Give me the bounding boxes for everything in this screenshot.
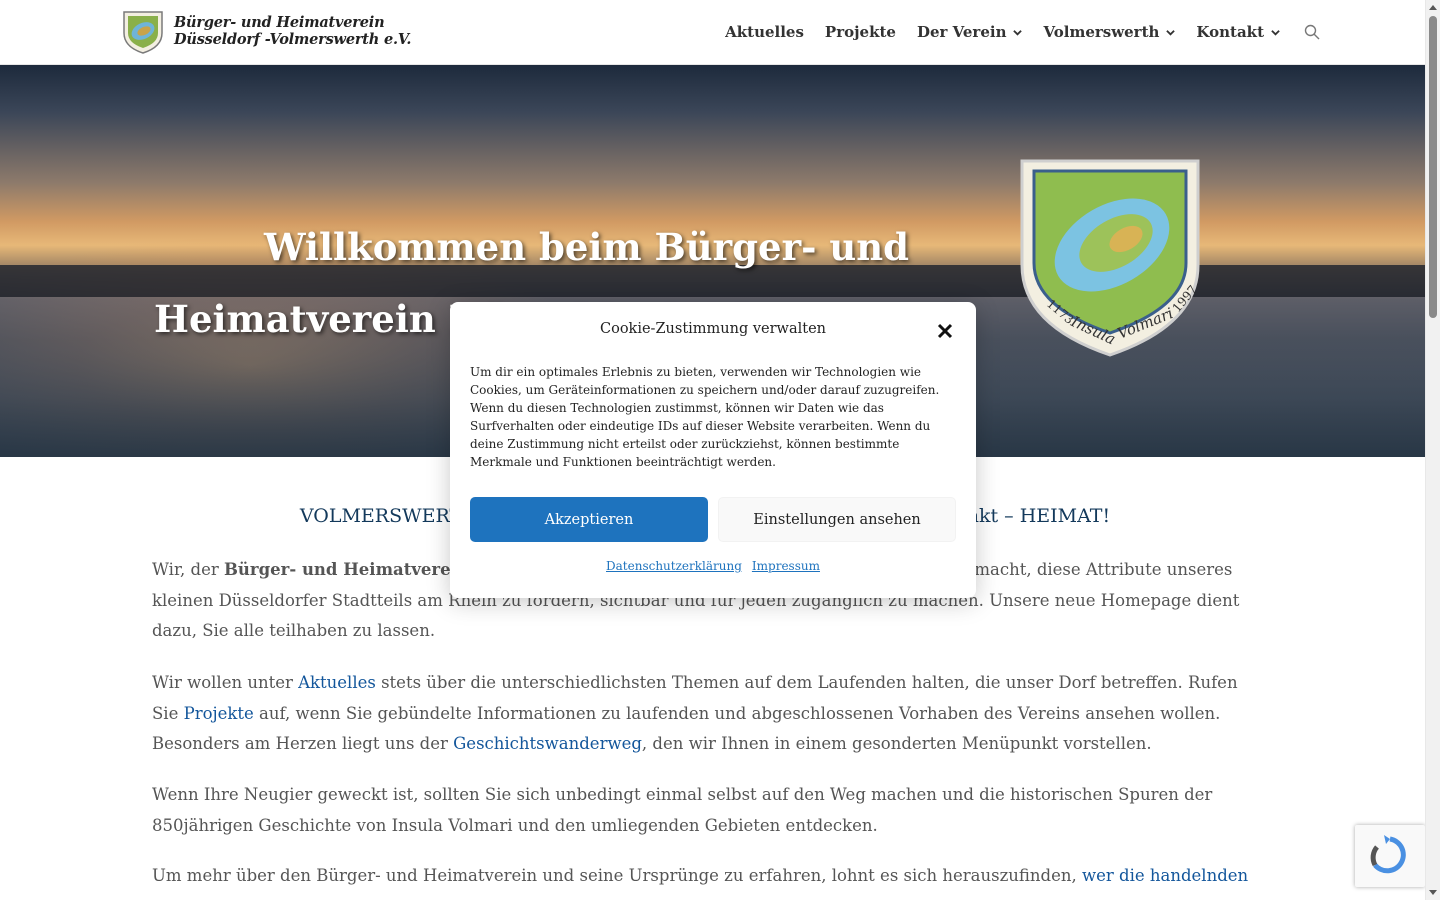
scroll-down-arrow-icon[interactable] <box>1429 890 1437 895</box>
link-aktuelles[interactable]: Aktuelles <box>298 673 376 692</box>
nav-item-der-verein[interactable]: Der Verein <box>917 23 1023 41</box>
modal-links: Datenschutzerklärung Impressum <box>450 559 976 573</box>
site-name: Bürger- und Heimatverein Düsseldorf -Vol… <box>174 14 411 48</box>
site-name-line1: Bürger- und Heimatverein <box>174 14 385 31</box>
search-icon[interactable] <box>1304 24 1320 40</box>
para-text: Wir wollen unter <box>152 673 299 692</box>
nav-item-label: Kontakt <box>1196 23 1264 41</box>
para-text: , den wir Ihnen in einem gesonderten Men… <box>641 734 1152 753</box>
nav-item-label: Projekte <box>824 23 896 41</box>
nav-item-label: Der Verein <box>916 23 1007 41</box>
site-logo[interactable]: Bürger- und Heimatverein Düsseldorf -Vol… <box>120 7 411 55</box>
history-paragraph: Wenn Ihre Neugier geweckt ist, sollten S… <box>152 785 1213 835</box>
privacy-policy-link[interactable]: Datenschutzerklärung <box>606 559 742 573</box>
coat-of-arms-icon: 1173 Insula Volmari 1997 <box>1020 159 1200 357</box>
page-scrollbar[interactable] <box>1425 0 1440 900</box>
nav-item-label: Aktuelles <box>725 23 804 41</box>
recaptcha-badge[interactable] <box>1355 825 1425 887</box>
chevron-down-icon <box>1166 29 1176 36</box>
link-handelnden[interactable]: wer die handelnden <box>1082 866 1248 885</box>
hero-title-line1: Willkommen beim Bürger- und <box>264 225 909 269</box>
chevron-down-icon <box>1013 29 1023 36</box>
modal-title: Cookie-Zustimmung verwalten <box>600 321 826 337</box>
crest-logo-icon <box>123 11 163 54</box>
intro-text-pre: Wir, der <box>152 560 224 579</box>
nav-item-label: Volmerswerth <box>1043 23 1160 41</box>
nav-item-aktuelles[interactable]: Aktuelles <box>725 23 804 41</box>
origins-paragraph: Um mehr über den Bürger- und Heimatverei… <box>152 861 1258 892</box>
imprint-link[interactable]: Impressum <box>752 559 820 573</box>
chevron-down-icon <box>1271 29 1280 36</box>
link-projekte[interactable]: Projekte <box>184 704 254 723</box>
cookie-consent-modal: Cookie-Zustimmung verwalten Um dir ein o… <box>450 302 976 598</box>
para-text: Um mehr über den Bürger- und Heimatverei… <box>152 866 1082 885</box>
site-name-line2: Düsseldorf -Volmerswerth e.V. <box>174 31 412 48</box>
recaptcha-icon <box>1370 835 1406 874</box>
scrollbar-thumb[interactable] <box>1429 16 1437 318</box>
site-header: Bürger- und Heimatverein Düsseldorf -Vol… <box>0 0 1425 65</box>
link-geschichtswanderweg[interactable]: Geschichtswanderweg <box>453 734 642 753</box>
modal-body-text: Um dir ein optimales Erlebnis zu bieten,… <box>470 365 940 469</box>
main-nav: Aktuelles Projekte Der Verein Volmerswer… <box>704 0 1320 64</box>
nav-item-kontakt[interactable]: Kontakt <box>1196 23 1280 41</box>
nav-item-projekte[interactable]: Projekte <box>825 23 896 41</box>
view-settings-button[interactable]: Einstellungen ansehen <box>718 497 956 542</box>
scroll-up-arrow-icon[interactable] <box>1429 5 1437 10</box>
close-icon[interactable] <box>936 322 954 340</box>
nav-item-volmerswerth[interactable]: Volmerswerth <box>1043 23 1176 41</box>
accept-button[interactable]: Akzeptieren <box>470 497 708 542</box>
navigation-paragraph: Wir wollen unter Aktuelles stets über di… <box>152 668 1258 760</box>
